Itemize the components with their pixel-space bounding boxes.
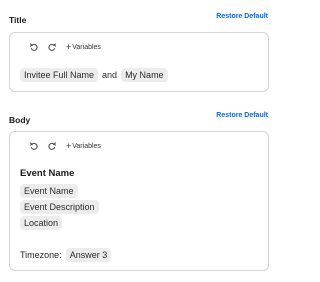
- title-content-line: Invitee Full Name and My Name: [20, 68, 168, 82]
- plus-icon: +: [66, 41, 72, 52]
- connector-text: and: [102, 70, 118, 80]
- body-heading: Event Name: [20, 168, 75, 179]
- variable-chip[interactable]: Answer 3: [65, 248, 112, 262]
- variable-chip[interactable]: Event Name: [20, 184, 78, 198]
- body-editor[interactable]: + Variables Event Name Event Name Event …: [9, 131, 269, 271]
- plus-icon: +: [66, 140, 72, 151]
- title-editor[interactable]: + Variables Invitee Full Name and My Nam…: [9, 32, 269, 92]
- body-restore-default-link[interactable]: Restore Default: [216, 112, 268, 119]
- add-variables-button[interactable]: + Variables: [66, 41, 101, 52]
- timezone-label: Timezone:: [20, 250, 62, 260]
- title-section-label: Title: [9, 15, 27, 25]
- body-chip-line: Location: [20, 216, 63, 230]
- variable-chip[interactable]: My Name: [121, 68, 168, 82]
- body-chip-line: Event Description: [20, 200, 99, 214]
- title-toolbar: + Variables: [28, 41, 101, 53]
- redo-icon[interactable]: [46, 141, 57, 152]
- undo-icon[interactable]: [28, 42, 39, 53]
- add-variables-button[interactable]: + Variables: [66, 140, 101, 151]
- undo-icon[interactable]: [28, 141, 39, 152]
- redo-icon[interactable]: [46, 42, 57, 53]
- variable-chip[interactable]: Invitee Full Name: [20, 68, 99, 82]
- body-chip-line: Event Name: [20, 184, 78, 198]
- variable-chip[interactable]: Location: [20, 216, 63, 230]
- title-restore-default-link[interactable]: Restore Default: [216, 13, 268, 20]
- variables-label: Variables: [72, 43, 101, 51]
- timezone-line: Timezone: Answer 3: [20, 248, 112, 262]
- variable-chip[interactable]: Event Description: [20, 200, 99, 214]
- body-section-label: Body: [9, 115, 31, 125]
- body-toolbar: + Variables: [28, 140, 101, 152]
- variables-label: Variables: [72, 142, 101, 150]
